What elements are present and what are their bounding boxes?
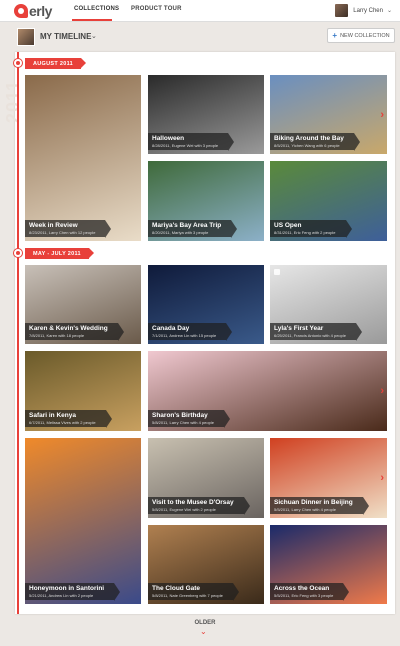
tile-meta: 6/25/2011, Francis Antonio with 4 people: [274, 333, 346, 338]
tile-caption: Safari in Kenya 6/7/2011, Melissa Vives w…: [25, 410, 112, 428]
tab-collections[interactable]: COLLECTIONS: [74, 6, 119, 12]
active-tab-indicator: [72, 19, 112, 21]
timeline-avatar: [17, 28, 35, 46]
collection-tile[interactable]: Karen & Kevin's Wedding 7/8/2011, Karen w…: [25, 265, 141, 344]
tile-title: Lyla's First Year: [274, 325, 324, 332]
section-label-may-july-2011: MAY - JULY 2011: [25, 248, 94, 259]
erly-logo-icon: [14, 4, 28, 18]
tile-meta: 5/5/2011, Eric Feng with 3 people: [274, 593, 334, 598]
tile-meta: 7/1/2011, Andrew Lin with 15 people: [152, 333, 217, 338]
tile-caption: Mariya's Bay Area Trip 8/20/2011, Mariya …: [148, 220, 238, 238]
tile-caption: Sharon's Birthday 5/8/2011, Larry Chen wi…: [148, 410, 230, 428]
tile-meta: 5/8/2011, Eugene Wei with 2 people: [152, 507, 216, 512]
tile-title: The Cloud Gate: [152, 585, 201, 592]
tile-title: Biking Around the Bay: [274, 135, 344, 142]
tile-caption: Honeymoon in Santorini 5/21/2011, Andrew …: [25, 583, 121, 601]
collection-tile[interactable]: Across the Ocean 5/5/2011, Eric Feng with…: [270, 525, 387, 604]
tile-title: Mariya's Bay Area Trip: [152, 222, 222, 229]
top-bar: erly COLLECTIONS PRODUCT TOUR Larry Chen…: [0, 0, 400, 22]
tile-caption: Karen & Kevin's Wedding 7/8/2011, Karen w…: [25, 323, 124, 341]
tile-caption: Visit to the Musee D'Orsay 5/8/2011, Euge…: [148, 497, 250, 515]
tile-title: Honeymoon in Santorini: [29, 585, 105, 592]
tile-meta: 7/8/2011, Karen with 18 people: [29, 333, 85, 338]
collection-tile[interactable]: Honeymoon in Santorini 5/21/2011, Andrew …: [25, 438, 141, 604]
chevron-down-icon: ⌄: [386, 8, 392, 14]
chevron-down-icon[interactable]: ⌄: [91, 32, 97, 40]
lock-icon: [274, 269, 280, 275]
collection-tile[interactable]: US Open 8/31/2011, Eric Feng with 2 peopl…: [270, 161, 387, 241]
collection-tile[interactable]: The Cloud Gate 5/8/2011, Nate Greenberg w…: [148, 525, 264, 604]
tile-caption: Halloween 8/28/2011, Eugene Wei with 3 pe…: [148, 133, 235, 151]
user-menu[interactable]: Larry Chen ⌄: [335, 4, 392, 17]
tile-title: Safari in Kenya: [29, 412, 76, 419]
collection-tile[interactable]: Biking Around the Bay 8/5/2011, Yichen Wa…: [270, 75, 387, 154]
tile-meta: 8/28/2011, Eugene Wei with 3 people: [152, 143, 219, 148]
tile-meta: 5/8/2011, Nate Greenberg with 7 people: [152, 593, 223, 598]
tile-caption: US Open 8/31/2011, Eric Feng with 2 peopl…: [270, 220, 352, 238]
older-link[interactable]: OLDER: [190, 620, 220, 626]
collection-tile[interactable]: Visit to the Musee D'Orsay 5/8/2011, Euge…: [148, 438, 264, 518]
tile-meta: 8/23/2011, Larry Chen with 12 people: [29, 230, 96, 235]
plus-icon: +: [332, 31, 338, 40]
tile-title: Across the Ocean: [274, 585, 330, 592]
tile-meta: 6/7/2011, Melissa Vives with 2 people: [29, 420, 96, 425]
timeline-title[interactable]: MY TIMELINE: [40, 32, 91, 41]
tile-title: Sichuan Dinner in Beijing: [274, 499, 353, 506]
section-label-august-2011: AUGUST 2011: [25, 58, 86, 69]
tile-meta: 5/21/2011, Andrew Lin with 2 people: [29, 593, 94, 598]
tile-caption: Canada Day 7/1/2011, Andrew Lin with 15 p…: [148, 323, 233, 341]
new-collection-button[interactable]: + NEW COLLECTION: [327, 28, 395, 43]
tile-title: Visit to the Musee D'Orsay: [152, 499, 234, 506]
chevron-right-icon[interactable]: ›: [380, 472, 384, 484]
collection-tile[interactable]: Mariya's Bay Area Trip 8/20/2011, Mariya …: [148, 161, 264, 241]
chevron-right-icon[interactable]: ›: [380, 109, 384, 121]
collection-tile[interactable]: Lyla's First Year 6/25/2011, Francis Anto…: [270, 265, 387, 344]
tile-meta: 8/20/2011, Mariya with 3 people: [152, 230, 209, 235]
collection-tile[interactable]: Canada Day 7/1/2011, Andrew Lin with 15 p…: [148, 265, 264, 344]
tile-title: US Open: [274, 222, 302, 229]
tile-meta: 5/8/2011, Larry Chen with 4 people: [152, 420, 214, 425]
user-name: Larry Chen: [353, 7, 383, 14]
timeline-header: MY TIMELINE ⌄ + NEW COLLECTION: [0, 22, 400, 49]
tile-caption: Sichuan Dinner in Beijing 5/5/2011, Larry…: [270, 497, 369, 515]
erly-logo[interactable]: erly: [14, 2, 52, 20]
logo-text: erly: [29, 3, 52, 19]
chevron-right-icon[interactable]: ›: [380, 385, 384, 397]
tile-meta: 5/5/2011, Larry Chen with 4 people: [274, 507, 336, 512]
collection-tile[interactable]: Halloween 8/28/2011, Eugene Wei with 3 pe…: [148, 75, 264, 154]
tile-title: Halloween: [152, 135, 185, 142]
timeline-line: [17, 52, 19, 614]
collection-tile[interactable]: Sharon's Birthday 5/8/2011, Larry Chen wi…: [148, 351, 387, 431]
tile-caption: The Cloud Gate 5/8/2011, Nate Greenberg w…: [148, 583, 239, 601]
timeline-dot: [14, 59, 22, 67]
new-collection-label: NEW COLLECTION: [340, 32, 390, 39]
timeline-dot: [14, 249, 22, 257]
collection-tile[interactable]: Sichuan Dinner in Beijing 5/5/2011, Larry…: [270, 438, 387, 518]
collection-tile[interactable]: Safari in Kenya 6/7/2011, Melissa Vives w…: [25, 351, 141, 431]
tile-title: Week in Review: [29, 222, 78, 229]
chevron-down-icon[interactable]: ⌄: [200, 627, 207, 636]
tile-meta: 8/31/2011, Eric Feng with 2 people: [274, 230, 336, 235]
user-avatar: [335, 4, 349, 17]
tile-caption: Across the Ocean 5/5/2011, Eric Feng with…: [270, 583, 350, 601]
collection-tile[interactable]: Week in Review 8/23/2011, Larry Chen with…: [25, 75, 141, 241]
tile-caption: Biking Around the Bay 8/5/2011, Yichen Wa…: [270, 133, 360, 151]
year-watermark: 2011: [3, 80, 23, 124]
tile-title: Sharon's Birthday: [152, 412, 208, 419]
tile-caption: Week in Review 8/23/2011, Larry Chen with…: [25, 220, 112, 238]
tile-title: Canada Day: [152, 325, 190, 332]
tile-title: Karen & Kevin's Wedding: [29, 325, 108, 332]
tile-caption: Lyla's First Year 6/25/2011, Francis Anto…: [270, 323, 362, 341]
tab-product-tour[interactable]: PRODUCT TOUR: [131, 6, 182, 12]
tile-meta: 8/5/2011, Yichen Wang with 6 people: [274, 143, 340, 148]
